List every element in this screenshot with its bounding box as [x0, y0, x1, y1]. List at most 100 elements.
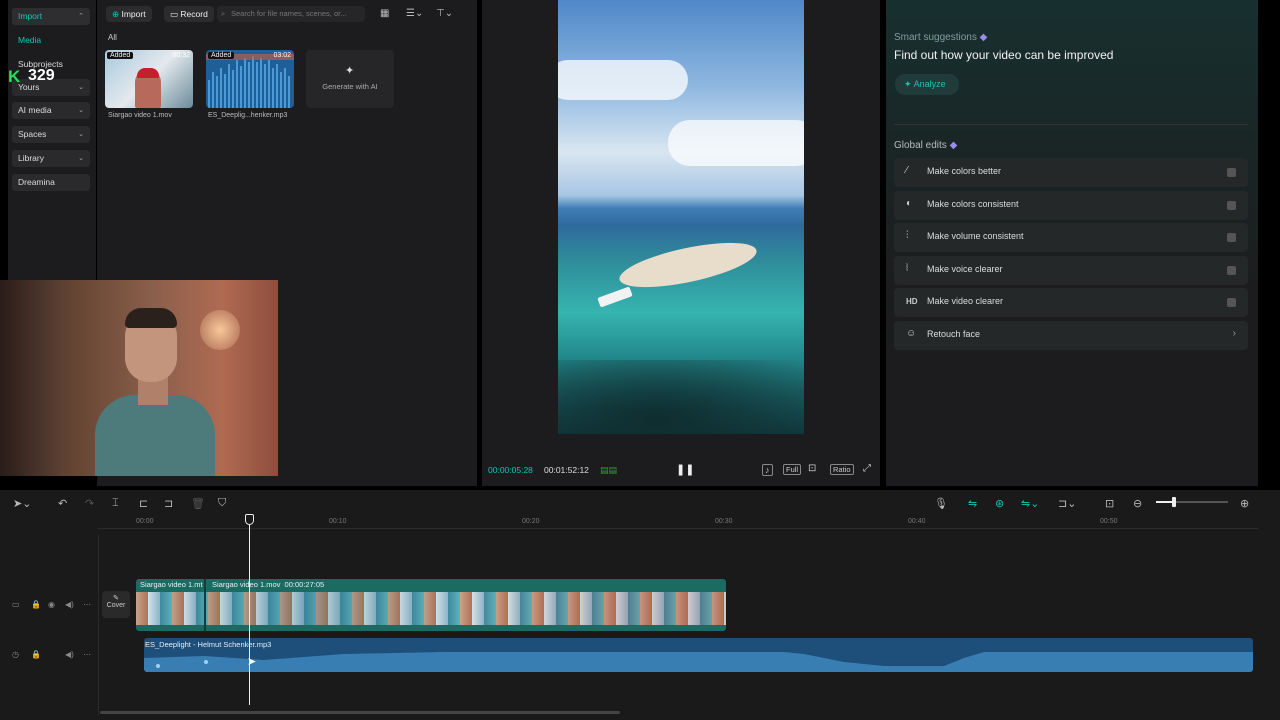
more-icon[interactable]: ⋯ — [83, 650, 91, 659]
edit-make-colors-better[interactable]: ⁄ Make colors better — [894, 158, 1248, 187]
speaker-icon[interactable]: ◀) — [65, 600, 74, 609]
import-button[interactable]: ⊕ Import — [106, 6, 152, 22]
reef-shadow — [558, 360, 804, 434]
lock-icon[interactable]: 🔒 — [31, 600, 41, 609]
audio-clip[interactable]: ES_Deeplight - Helmut Schenker.mp3 — [144, 638, 1253, 672]
delete-icon[interactable]: 🗑 — [191, 497, 205, 510]
checkbox[interactable] — [1227, 298, 1236, 307]
redo-icon[interactable]: ↷ — [85, 497, 94, 510]
timeline-scrollbar[interactable] — [100, 711, 620, 714]
cloud — [558, 60, 688, 100]
pause-button[interactable]: ❚❚ — [676, 463, 694, 476]
added-badge: Added — [208, 52, 235, 59]
checkbox[interactable] — [1227, 201, 1236, 210]
gem-icon: ◆ — [979, 32, 988, 43]
playhead-line[interactable] — [249, 525, 250, 705]
ruler-label: 00:50 — [1100, 518, 1118, 525]
ruler-label: 00:20 — [522, 518, 540, 525]
more-icon[interactable]: ⋯ — [83, 600, 91, 609]
filter-icon[interactable]: ⊤⌄ — [436, 8, 453, 19]
chevron-down-icon: ⌄ — [78, 131, 84, 138]
ruler-label: 00:40 — [908, 518, 926, 525]
edit-make-video-clearer[interactable]: HD Make video clearer — [894, 288, 1248, 317]
nav-import[interactable]: Import ⌃ — [12, 8, 90, 25]
analyze-button[interactable]: ✦ Analyze — [895, 74, 959, 95]
media-item[interactable]: Added 03:02 — [206, 50, 294, 108]
nav-media[interactable]: Media — [18, 35, 41, 45]
split-icon[interactable]: ⌶ — [112, 497, 119, 510]
undo-icon[interactable]: ↶ — [58, 497, 67, 510]
curtain — [0, 280, 60, 476]
zoom-slider[interactable] — [1156, 497, 1228, 507]
fit-icon[interactable]: ⊡ — [808, 463, 816, 474]
magnet-icon[interactable]: ⊛ — [995, 497, 1004, 510]
link-clips-icon[interactable]: ⇋ — [968, 497, 977, 510]
checkbox[interactable] — [1227, 233, 1236, 242]
chevron-right-icon: › — [1232, 328, 1236, 339]
chevron-down-icon: ⌄ — [78, 155, 84, 162]
duration-label: 00:32 — [172, 52, 190, 59]
edit-make-colors-consistent[interactable]: ◐ Make colors consistent — [894, 191, 1248, 220]
cover-button[interactable]: ✎ Cover — [102, 591, 130, 618]
media-item-name: Siargao video 1.mov — [108, 112, 172, 119]
checkbox[interactable] — [1227, 168, 1236, 177]
tiktok-icon[interactable]: ♪ — [762, 464, 773, 476]
select-tool-icon[interactable]: ➤⌄ — [13, 497, 31, 510]
cloud — [668, 120, 804, 166]
red-cap — [137, 68, 159, 78]
chevron-down-icon: ⌄ — [78, 84, 84, 91]
microphone-icon[interactable]: 🎙 — [934, 497, 948, 510]
sparkle-icon: ✦ — [345, 65, 355, 77]
sort-icon[interactable]: ☰⌄ — [406, 8, 423, 19]
cursor-icon: ➤ — [247, 656, 257, 668]
checkbox[interactable] — [1227, 266, 1236, 275]
full-button[interactable]: Full — [783, 464, 802, 475]
webcam-overlay — [0, 280, 278, 476]
trim-left-icon[interactable]: ⊏ — [139, 497, 148, 510]
clip-separator — [204, 579, 206, 631]
sandbar — [615, 233, 761, 297]
nav-ai-media[interactable]: AI media ⌄ — [12, 102, 90, 119]
generate-ai-button[interactable]: ✦ Generate with AI — [306, 50, 394, 108]
shield-icon[interactable]: ⛉ — [218, 497, 226, 510]
palette-icon: ◐ — [906, 198, 913, 209]
playhead-handle[interactable] — [245, 514, 254, 525]
snap-icon[interactable]: ⇋⌄ — [1021, 497, 1039, 510]
ratio-button[interactable]: Ratio — [830, 464, 854, 475]
filter-all[interactable]: All — [108, 33, 117, 42]
nav-dreamina[interactable]: Dreamina — [12, 174, 90, 191]
grid-view-icon[interactable]: ▦ — [380, 8, 389, 19]
preview-axis-icon[interactable]: ⊐⌄ — [1058, 497, 1076, 510]
eye-icon[interactable]: ◉ — [48, 600, 55, 609]
lock-icon[interactable]: 🔒 — [31, 650, 41, 659]
ruler-label: 00:00 — [136, 518, 154, 525]
trim-right-icon[interactable]: ⊐ — [164, 497, 173, 510]
video-clip[interactable]: Siargao video 1.mt Siargao video 1.mov 0… — [136, 579, 726, 631]
edit-retouch-face[interactable]: ☺ Retouch face › — [894, 321, 1248, 350]
clip-label: Siargao video 1.mov 00:00:27:05 — [212, 580, 325, 589]
record-icon: ▭ — [170, 9, 181, 19]
nav-spaces[interactable]: Spaces ⌄ — [12, 126, 90, 143]
speaker-icon[interactable]: ◀) — [65, 650, 74, 659]
fullscreen-icon[interactable]: ⤢ — [863, 463, 871, 474]
zoom-slider-handle[interactable] — [1172, 497, 1176, 507]
zoom-out-icon[interactable]: ⊖ — [1133, 497, 1142, 510]
edit-make-volume-consistent[interactable]: ⫶ Make volume consistent — [894, 223, 1248, 252]
added-badge: Added — [107, 52, 134, 59]
edit-make-voice-clearer[interactable]: ⦚ Make voice clearer — [894, 256, 1248, 285]
boat — [597, 286, 633, 308]
lamp-glow — [200, 310, 240, 350]
ruler-label: 00:10 — [329, 518, 347, 525]
divider — [894, 124, 1248, 125]
record-button[interactable]: ▭ Record — [164, 6, 214, 22]
global-edits-title: Global edits ◆ — [894, 140, 958, 151]
search-input[interactable]: ⌕ Search for file names, scenes, or... — [217, 6, 365, 22]
zoom-in-icon[interactable]: ⊕ — [1240, 497, 1249, 510]
nav-library[interactable]: Library ⌄ — [12, 150, 90, 167]
media-item[interactable]: Added 00:32 — [105, 50, 193, 108]
total-time: 00:01:52:12 — [544, 465, 589, 475]
chevron-up-icon: ⌃ — [78, 13, 84, 20]
sparkle-icon: ✦ — [904, 79, 912, 89]
chevron-down-icon: ⌄ — [78, 107, 84, 114]
fit-timeline-icon[interactable]: ⊡ — [1105, 497, 1114, 510]
